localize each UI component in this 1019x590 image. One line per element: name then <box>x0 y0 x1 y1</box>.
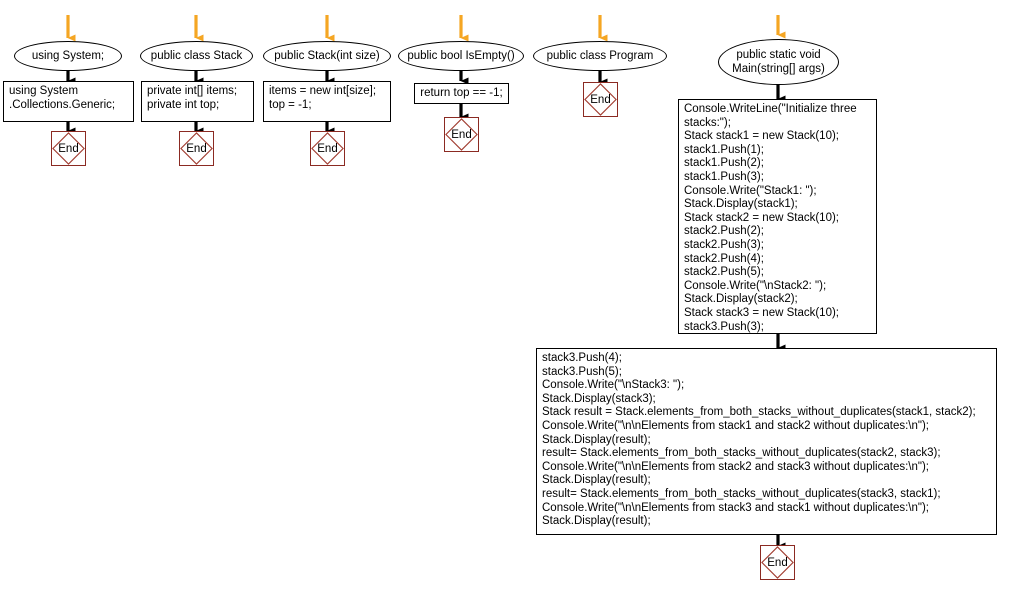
node-stack-constructor-header[interactable]: public Stack(int size) <box>263 41 391 71</box>
end-node-label: End <box>58 142 79 155</box>
end-node-isempty[interactable]: End <box>444 117 479 152</box>
node-isempty-header[interactable]: public bool IsEmpty() <box>398 41 524 71</box>
node-using-system-header[interactable]: using System; <box>14 41 122 71</box>
end-node-public-class-stack[interactable]: End <box>179 131 214 166</box>
node-public-class-stack-body[interactable]: private int[] items; private int top; <box>141 81 254 122</box>
node-main-method-header[interactable]: public static void Main(string[] args) <box>718 39 839 85</box>
node-isempty-body[interactable]: return top == -1; <box>414 83 509 104</box>
node-public-class-program-header[interactable]: public class Program <box>533 41 667 71</box>
end-node-label: End <box>767 556 788 569</box>
flowchart-canvas: using System; using System .Collections.… <box>0 0 1019 590</box>
node-label: public bool IsEmpty() <box>407 49 515 62</box>
end-node-label: End <box>317 142 338 155</box>
final-end-node[interactable]: End <box>760 545 795 580</box>
end-node-label: End <box>451 128 472 141</box>
node-label-line2: Main(string[] args) <box>732 63 825 75</box>
end-node-using-system[interactable]: End <box>51 131 86 166</box>
end-node-stack-constructor[interactable]: End <box>310 131 345 166</box>
main-code-block-bottom[interactable]: stack3.Push(4); stack3.Push(5); Console.… <box>536 348 997 535</box>
node-label: public Stack(int size) <box>274 49 380 62</box>
node-label: using System; <box>31 49 105 62</box>
node-public-class-stack-header[interactable]: public class Stack <box>140 41 253 71</box>
node-label: public class Program <box>546 49 654 62</box>
end-node-label: End <box>590 93 611 106</box>
node-using-system-body[interactable]: using System .Collections.Generic; <box>3 81 134 122</box>
node-label-line1: public static void <box>736 49 821 61</box>
end-node-public-class-program[interactable]: End <box>583 82 618 117</box>
end-node-label: End <box>186 142 207 155</box>
main-code-block-top[interactable]: Console.WriteLine("Initialize three stac… <box>678 99 877 334</box>
node-stack-constructor-body[interactable]: items = new int[size]; top = -1; <box>263 81 391 122</box>
node-label: public class Stack <box>150 49 243 62</box>
